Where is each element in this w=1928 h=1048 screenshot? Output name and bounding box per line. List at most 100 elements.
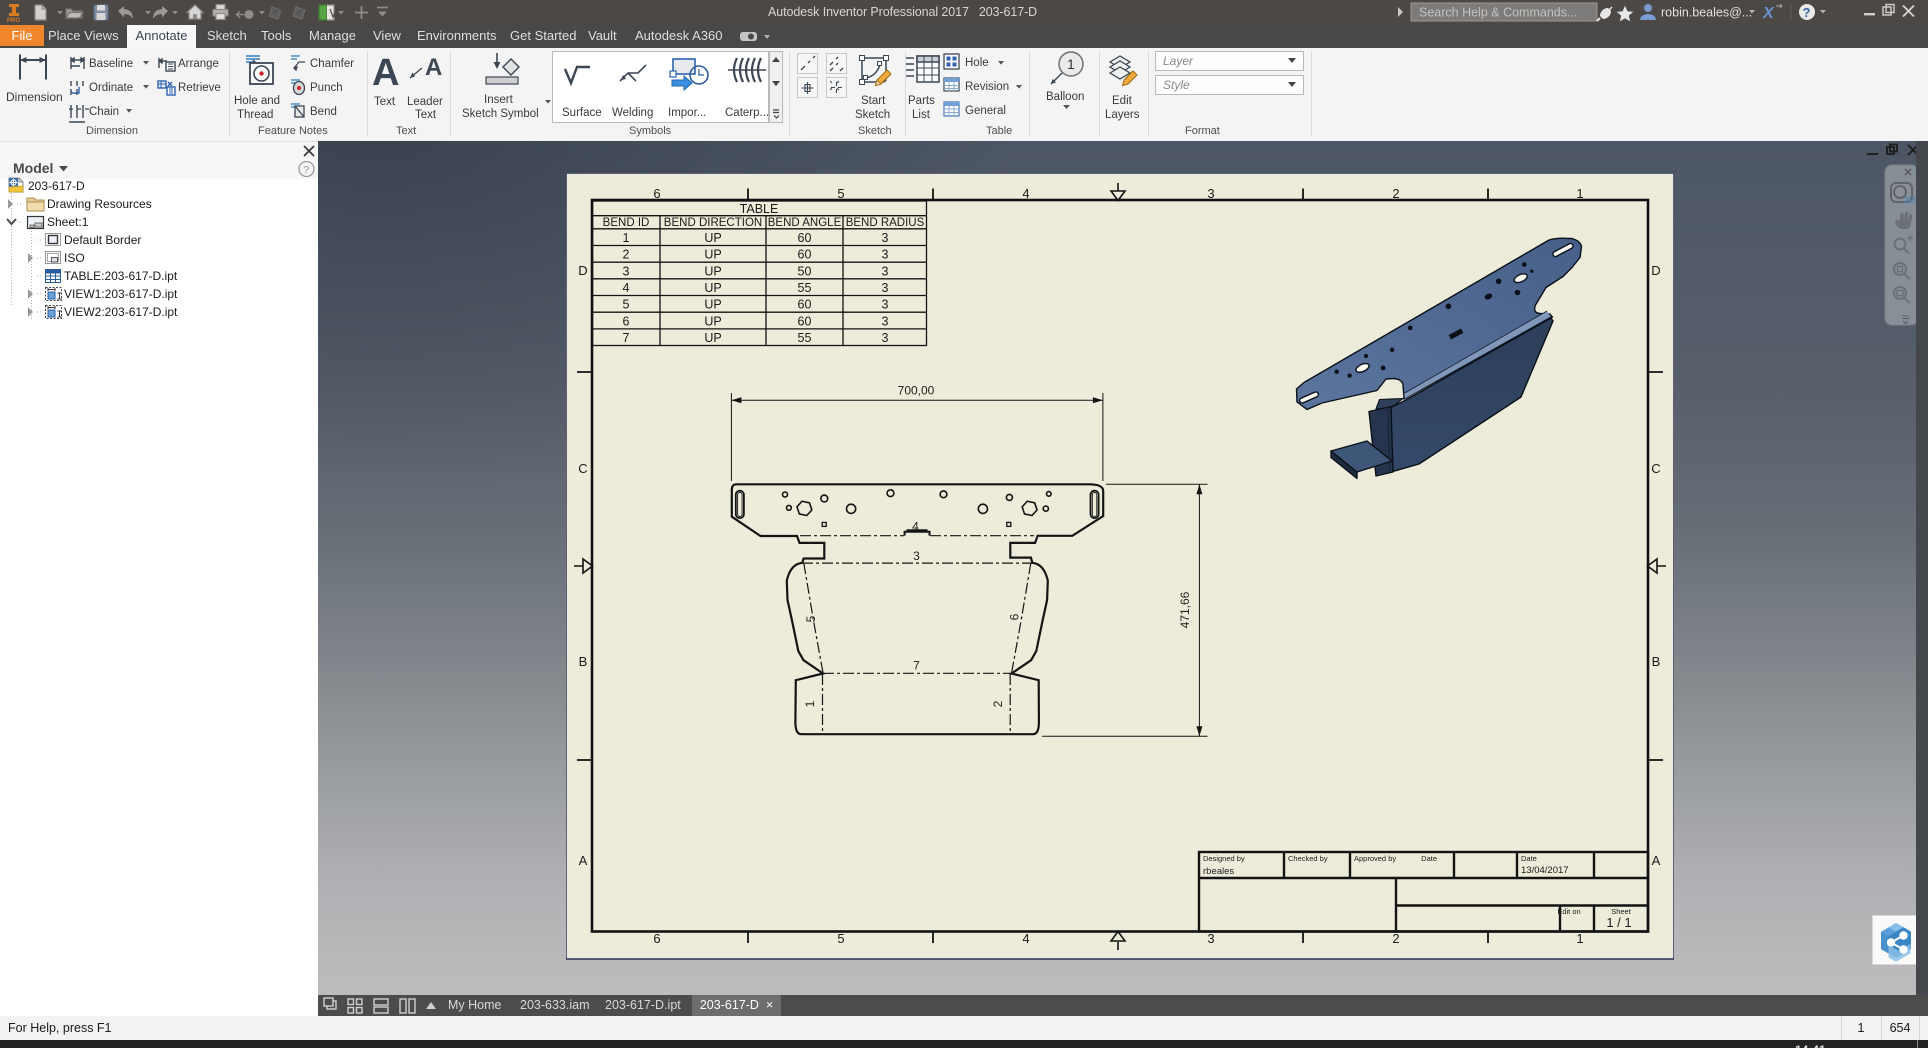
svg-text:UP: UP bbox=[704, 281, 721, 295]
svg-text:UP: UP bbox=[704, 298, 721, 312]
svg-text:3: 3 bbox=[1207, 186, 1214, 201]
svg-text:700,00: 700,00 bbox=[898, 384, 935, 398]
svg-text:Baseline: Baseline bbox=[89, 58, 133, 70]
svg-text:Date: Date bbox=[1521, 854, 1537, 863]
svg-text:3: 3 bbox=[882, 281, 889, 295]
svg-text:Layer: Layer bbox=[1163, 54, 1194, 68]
svg-text:Dimension: Dimension bbox=[86, 125, 138, 137]
svg-text:Designed by: Designed by bbox=[1203, 854, 1245, 863]
svg-text:Balloon: Balloon bbox=[1046, 91, 1084, 103]
svg-text:471,66: 471,66 bbox=[1178, 591, 1192, 628]
svg-text:?: ? bbox=[303, 165, 309, 177]
svg-text:C: C bbox=[578, 461, 587, 476]
svg-text:Format: Format bbox=[1185, 125, 1220, 137]
svg-text:4: 4 bbox=[623, 281, 630, 295]
svg-text:6: 6 bbox=[653, 931, 660, 946]
svg-text:203-617-D: 203-617-D bbox=[28, 179, 85, 193]
svg-text:Feature Notes: Feature Notes bbox=[258, 125, 328, 137]
svg-text:Leader: Leader bbox=[407, 96, 443, 108]
svg-text:A: A bbox=[372, 52, 399, 94]
svg-text:5: 5 bbox=[837, 931, 844, 946]
svg-text:4: 4 bbox=[1022, 931, 1029, 946]
svg-text:2: 2 bbox=[623, 248, 630, 262]
svg-text:Hole: Hole bbox=[965, 57, 989, 69]
svg-text:5: 5 bbox=[623, 298, 630, 312]
svg-text:3: 3 bbox=[882, 248, 889, 262]
svg-text:?: ? bbox=[1803, 5, 1811, 20]
svg-text:Dimension: Dimension bbox=[6, 90, 63, 104]
svg-text:C: C bbox=[1651, 461, 1660, 476]
svg-text:55: 55 bbox=[798, 281, 812, 295]
svg-text:2D: 2D bbox=[1904, 195, 1916, 205]
svg-text:Chain: Chain bbox=[89, 106, 119, 118]
svg-text:General: General bbox=[965, 105, 1006, 117]
svg-text:A: A bbox=[1652, 853, 1661, 868]
svg-text:Date: Date bbox=[1421, 854, 1437, 863]
svg-text:7: 7 bbox=[913, 659, 920, 673]
svg-text:3: 3 bbox=[882, 298, 889, 312]
svg-text:Parts: Parts bbox=[908, 95, 935, 107]
svg-text:BEND ID: BEND ID bbox=[603, 217, 650, 229]
svg-text:Edit: Edit bbox=[1112, 95, 1133, 107]
svg-text:Bend: Bend bbox=[310, 106, 337, 118]
svg-text:D: D bbox=[1651, 263, 1660, 278]
svg-text:List: List bbox=[912, 109, 931, 121]
svg-text:55: 55 bbox=[798, 331, 812, 345]
svg-text:Text: Text bbox=[374, 96, 396, 108]
svg-text:1: 1 bbox=[1576, 186, 1583, 201]
svg-text:Style: Style bbox=[1163, 78, 1190, 92]
svg-text:Edit on: Edit on bbox=[1557, 907, 1580, 916]
svg-text:1 / 1: 1 / 1 bbox=[1606, 915, 1631, 930]
svg-text:BEND ANGLE: BEND ANGLE bbox=[768, 217, 842, 229]
svg-text:Thread: Thread bbox=[237, 109, 273, 121]
svg-text:50: 50 bbox=[798, 264, 812, 278]
svg-text:4: 4 bbox=[912, 520, 919, 534]
svg-text:Revision: Revision bbox=[965, 81, 1009, 93]
svg-text:Retrieve: Retrieve bbox=[178, 82, 221, 94]
svg-text:Default Border: Default Border bbox=[64, 233, 141, 247]
svg-text:UP: UP bbox=[704, 248, 721, 262]
svg-text:2: 2 bbox=[1392, 186, 1399, 201]
svg-text:A: A bbox=[579, 853, 588, 868]
svg-text:Checked by: Checked by bbox=[1288, 854, 1328, 863]
svg-text:Text: Text bbox=[396, 125, 416, 137]
svg-text:Punch: Punch bbox=[310, 82, 343, 94]
svg-text:60: 60 bbox=[798, 248, 812, 262]
svg-text:5: 5 bbox=[804, 615, 818, 622]
svg-text:D: D bbox=[578, 263, 587, 278]
svg-text:Caterp...: Caterp... bbox=[725, 107, 769, 119]
svg-text:6: 6 bbox=[653, 186, 660, 201]
svg-text:60: 60 bbox=[798, 231, 812, 245]
svg-text:Impor...: Impor... bbox=[668, 107, 706, 119]
svg-text:1: 1 bbox=[803, 700, 817, 707]
svg-text:VIEW2:203-617-D.ipt: VIEW2:203-617-D.ipt bbox=[64, 305, 178, 319]
svg-text:6: 6 bbox=[1008, 613, 1022, 620]
svg-text:BEND DIRECTION: BEND DIRECTION bbox=[664, 217, 762, 229]
svg-text:VIEW1:203-617-D.ipt: VIEW1:203-617-D.ipt bbox=[64, 287, 178, 301]
svg-text:2: 2 bbox=[991, 700, 1005, 707]
svg-text:Symbols: Symbols bbox=[629, 125, 672, 137]
svg-text:rbeales: rbeales bbox=[1203, 866, 1234, 877]
svg-text:UP: UP bbox=[704, 264, 721, 278]
svg-text:Sketch: Sketch bbox=[855, 109, 890, 121]
svg-text:A: A bbox=[425, 54, 442, 81]
svg-text:2: 2 bbox=[1392, 931, 1399, 946]
svg-text:X: X bbox=[1762, 5, 1775, 22]
svg-text:3: 3 bbox=[882, 331, 889, 345]
svg-text:Sketch Symbol: Sketch Symbol bbox=[462, 108, 539, 120]
svg-text:3: 3 bbox=[1207, 931, 1214, 946]
svg-text:TABLE: TABLE bbox=[740, 202, 779, 216]
svg-text:1: 1 bbox=[623, 231, 630, 245]
svg-text:Surface: Surface bbox=[562, 107, 602, 119]
svg-text:Search Help & Commands...: Search Help & Commands... bbox=[1419, 6, 1577, 20]
svg-text:1: 1 bbox=[1576, 931, 1583, 946]
svg-text:Layers: Layers bbox=[1105, 109, 1140, 121]
svg-text:7: 7 bbox=[623, 331, 630, 345]
svg-text:3: 3 bbox=[882, 314, 889, 328]
svg-text:Welding: Welding bbox=[612, 107, 653, 119]
svg-text:3: 3 bbox=[623, 264, 630, 278]
svg-text:Insert: Insert bbox=[484, 94, 514, 106]
svg-text:Sketch: Sketch bbox=[858, 125, 892, 137]
svg-text:5: 5 bbox=[837, 186, 844, 201]
svg-text:B: B bbox=[579, 654, 588, 669]
